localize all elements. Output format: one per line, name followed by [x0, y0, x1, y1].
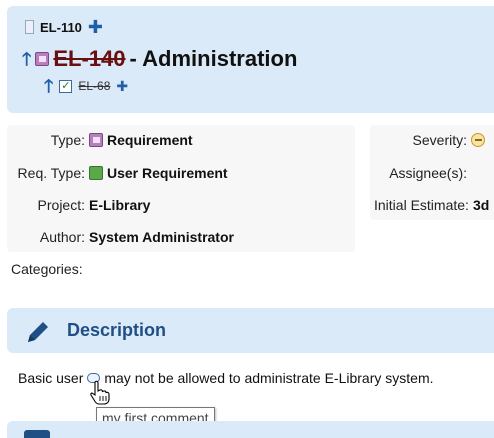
project-label: Project: — [37, 197, 85, 213]
author-label: Author: — [39, 229, 85, 245]
type-label: Type: — [50, 132, 85, 148]
add-parent-icon[interactable]: ✚ — [88, 18, 103, 36]
next-section-header[interactable] — [7, 421, 494, 438]
type-row: Type: Requirement — [7, 132, 207, 148]
assignee-label: Assignee(s): — [389, 165, 467, 181]
requirement-icon — [89, 133, 103, 147]
description-section-header[interactable]: Description — [7, 308, 494, 353]
item-id: EL-140 — [53, 46, 126, 71]
categories-label: Categories: — [11, 261, 83, 277]
req-type-label: Req. Type: — [17, 165, 85, 181]
up-arrow-icon[interactable]: 🡑 — [22, 50, 31, 68]
type-value: Requirement — [89, 132, 193, 148]
child-item-link[interactable]: EL-68 — [78, 79, 110, 93]
initial-estimate-value[interactable]: 3d — [473, 197, 489, 213]
assignee-row: Assignee(s): — [370, 165, 471, 181]
bookmark-icon — [25, 20, 34, 34]
section-icon — [24, 430, 50, 438]
description-title: Description — [67, 320, 167, 340]
project-row: Project: E-Library — [7, 197, 151, 213]
child-link-row: 🡑 ✓ EL-68 ✚ — [44, 77, 128, 95]
description-body: Basic user may not be allowed to adminis… — [18, 370, 434, 386]
page-title: 🡑 EL-140 - Administration — [22, 46, 297, 72]
req-type-value-text: User Requirement — [107, 165, 228, 181]
description-text-after: may not be allowed to administrate E-Lib… — [104, 370, 434, 386]
add-child-icon[interactable]: ✚ — [116, 79, 128, 93]
project-value[interactable]: E-Library — [89, 197, 150, 213]
properties-panel-right: Severity: Assignee(s): Initial Estimate:… — [370, 125, 494, 220]
severity-row: Severity: — [370, 132, 489, 148]
req-type-value: User Requirement — [89, 165, 228, 181]
type-value-text: Requirement — [107, 132, 193, 148]
properties-panel-left: Type: Requirement Req. Type: User Requir… — [7, 125, 355, 252]
author-row: Author: System Administrator — [7, 229, 234, 245]
checkbox-icon: ✓ — [59, 79, 73, 93]
parent-link-row: EL-110 ✚ — [25, 18, 103, 36]
severity-icon — [471, 133, 485, 147]
req-type-row: Req. Type: User Requirement — [7, 165, 228, 181]
item-title: - Administration — [129, 46, 298, 71]
up-arrow-icon[interactable]: 🡑 — [44, 77, 53, 95]
initial-estimate-row: Initial Estimate: 3d — [374, 197, 489, 213]
description-text-before: Basic user — [18, 370, 84, 386]
severity-label: Severity: — [412, 132, 467, 148]
initial-estimate-label: Initial Estimate: — [374, 197, 469, 213]
parent-item-link[interactable]: EL-110 — [40, 20, 82, 35]
artifact-header-panel: EL-110 ✚ 🡑 EL-140 - Administration 🡑 ✓ E… — [7, 6, 494, 113]
hand-cursor-icon — [90, 380, 110, 405]
user-requirement-icon — [89, 166, 103, 180]
requirement-icon — [35, 52, 50, 66]
pencil-icon — [28, 322, 48, 342]
author-value[interactable]: System Administrator — [89, 229, 234, 245]
